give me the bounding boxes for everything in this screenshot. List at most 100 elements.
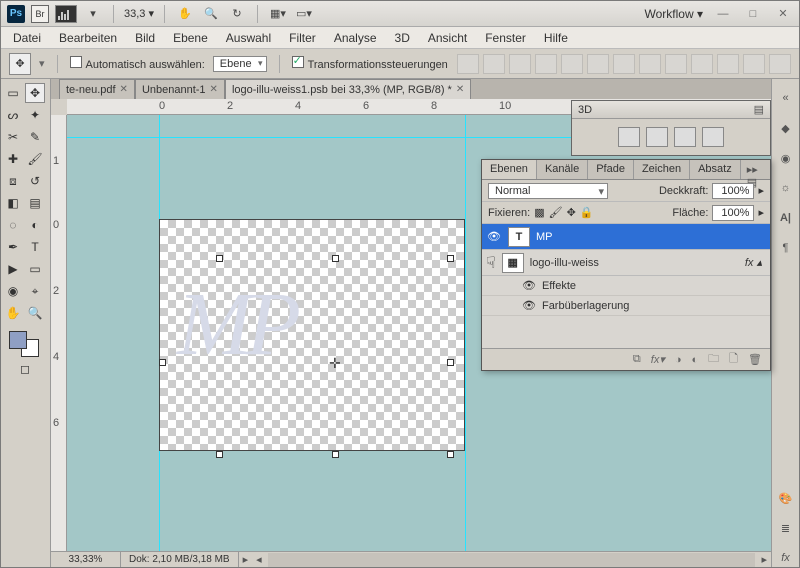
chevron-right-icon[interactable]: ▸ xyxy=(758,206,764,219)
auto-select-checkbox[interactable]: Automatisch auswählen: xyxy=(70,56,205,71)
healing-brush-tool-icon[interactable]: ✚ xyxy=(3,149,23,169)
workspace-switcher[interactable]: Workflow ▾ xyxy=(645,7,703,21)
document-size[interactable]: Dok: 2,10 MB/3,18 MB xyxy=(121,552,239,567)
photoshop-icon[interactable]: Ps xyxy=(7,5,25,23)
type-layer-thumb-icon[interactable]: T xyxy=(508,227,530,247)
history-brush-tool-icon[interactable]: ↺ xyxy=(25,171,45,191)
paragraph-panel-icon[interactable]: ¶ xyxy=(776,239,796,257)
zoom-level[interactable]: 33,3 ▾ xyxy=(124,7,154,20)
pen-tool-icon[interactable]: ✒ xyxy=(3,237,23,257)
adjustment-layer-icon[interactable]: ◐ xyxy=(692,354,699,366)
menu-auswahl[interactable]: Auswahl xyxy=(226,31,271,45)
tab-pfade[interactable]: Pfade xyxy=(588,160,634,179)
type-tool-icon[interactable]: T xyxy=(25,237,45,257)
new-layer-icon[interactable]: 🗋 xyxy=(729,350,738,369)
distribute-icon[interactable] xyxy=(743,54,765,74)
hand-tool-icon[interactable]: ✋ xyxy=(175,4,195,24)
move-tool-icon[interactable]: ✥ xyxy=(25,83,45,103)
close-icon[interactable]: ✕ xyxy=(120,84,128,95)
effects-panel-icon[interactable]: fx xyxy=(776,549,796,567)
character-panel-icon[interactable]: A| xyxy=(776,209,796,227)
menu-3d[interactable]: 3D xyxy=(395,31,410,45)
layer-row[interactable]: 👁 T MP xyxy=(482,224,770,250)
blend-mode-select[interactable]: Normal xyxy=(488,183,608,199)
3d-tool-icon[interactable]: ◉ xyxy=(3,281,23,301)
smart-object-thumb-icon[interactable]: ▦ xyxy=(502,253,524,273)
distribute-icon[interactable] xyxy=(613,54,635,74)
marquee-tool-icon[interactable]: ▭ xyxy=(3,83,23,103)
menu-filter[interactable]: Filter xyxy=(289,31,316,45)
align-hcenter-icon[interactable] xyxy=(561,54,583,74)
distribute-icon[interactable] xyxy=(717,54,739,74)
align-right-icon[interactable] xyxy=(587,54,609,74)
tab-scroll-icon[interactable]: ▸▸ xyxy=(747,164,758,176)
lock-transparency-icon[interactable]: ▩ xyxy=(534,206,544,219)
color-panel-icon[interactable]: 🎨 xyxy=(776,489,796,507)
dropdown-icon[interactable]: ▾ xyxy=(83,4,103,24)
distribute-icon[interactable] xyxy=(639,54,661,74)
menu-ansicht[interactable]: Ansicht xyxy=(428,31,467,45)
fill-field[interactable]: 100% xyxy=(712,205,754,221)
menu-hilfe[interactable]: Hilfe xyxy=(544,31,568,45)
document-tab[interactable]: Unbenannt-1✕ xyxy=(135,79,225,99)
mini-bridge-icon[interactable] xyxy=(55,5,77,23)
gradient-tool-icon[interactable]: ▤ xyxy=(25,193,45,213)
quick-mask-icon[interactable]: ◻ xyxy=(15,359,35,379)
transform-center-icon[interactable]: ✛ xyxy=(329,355,341,372)
auto-align-icon[interactable] xyxy=(769,54,791,74)
magic-wand-tool-icon[interactable]: ✦ xyxy=(25,105,45,125)
menu-bild[interactable]: Bild xyxy=(135,31,155,45)
panel-menu-icon[interactable]: ▤ xyxy=(754,103,764,116)
layer-name[interactable]: logo-illu-weiss xyxy=(530,257,599,269)
color-swatches[interactable] xyxy=(9,331,39,357)
group-icon[interactable]: 🗀 xyxy=(708,350,719,369)
visibility-toggle-icon[interactable]: 👁 xyxy=(522,299,536,312)
expand-dock-icon[interactable]: « xyxy=(776,89,796,107)
menu-datei[interactable]: Datei xyxy=(13,31,41,45)
rotate-view-icon[interactable]: ↻ xyxy=(227,4,247,24)
align-top-icon[interactable] xyxy=(457,54,479,74)
3d-light-icon[interactable] xyxy=(702,127,724,147)
menu-ebene[interactable]: Ebene xyxy=(173,31,208,45)
3d-scene-icon[interactable] xyxy=(618,127,640,147)
close-icon[interactable]: ✕ xyxy=(456,84,464,95)
menu-fenster[interactable]: Fenster xyxy=(485,31,526,45)
crop-tool-icon[interactable]: ✂ xyxy=(3,127,23,147)
tab-kanaele[interactable]: Kanäle xyxy=(537,160,588,179)
opacity-field[interactable]: 100% xyxy=(712,183,754,199)
align-vcenter-icon[interactable] xyxy=(483,54,505,74)
transform-bounding-box[interactable] xyxy=(159,219,465,451)
lock-position-icon[interactable]: ✥ xyxy=(567,206,576,219)
delete-layer-icon[interactable]: 🗑 xyxy=(748,353,762,366)
clone-stamp-tool-icon[interactable]: ⧈ xyxy=(3,171,23,191)
arrange-documents-icon[interactable]: ▦▾ xyxy=(268,4,288,24)
ruler-vertical[interactable]: 10246 xyxy=(51,115,67,551)
scroll-right-icon[interactable]: ▸ xyxy=(757,553,771,566)
eyedropper-tool-icon[interactable]: ✎ xyxy=(25,127,45,147)
layers-panel-icon[interactable]: ≣ xyxy=(776,519,796,537)
hand-tool-icon[interactable]: ✋ xyxy=(3,303,23,323)
layer-effect-item[interactable]: 👁 Farbüberlagerung xyxy=(482,296,770,316)
dropdown-icon[interactable]: ▾ xyxy=(39,57,45,70)
dodge-tool-icon[interactable]: ◐ xyxy=(25,215,45,235)
layer-effects-row[interactable]: 👁 Effekte xyxy=(482,276,770,296)
3d-material-icon[interactable] xyxy=(674,127,696,147)
lock-all-icon[interactable]: 🔒 xyxy=(580,206,594,219)
distribute-icon[interactable] xyxy=(665,54,687,74)
document-tab-active[interactable]: logo-illu-weiss1.psb bei 33,3% (MP, RGB/… xyxy=(225,79,471,99)
menu-bearbeiten[interactable]: Bearbeiten xyxy=(59,31,117,45)
align-left-icon[interactable] xyxy=(535,54,557,74)
adjustments-panel-icon[interactable]: ☼ xyxy=(776,179,796,197)
distribute-icon[interactable] xyxy=(691,54,713,74)
document-tab[interactable]: te-neu.pdf✕ xyxy=(59,79,135,99)
move-tool-preset-icon[interactable]: ✥ xyxy=(9,53,31,75)
layer-mask-icon[interactable]: ◑ xyxy=(675,354,682,366)
panel-title[interactable]: 3D xyxy=(578,104,592,116)
transform-controls-checkbox[interactable]: Transformationssteuerungen xyxy=(292,56,448,71)
bridge-icon[interactable]: Br xyxy=(31,5,49,23)
layer-name[interactable]: MP xyxy=(536,231,553,243)
swatches-panel-icon[interactable]: ◆ xyxy=(776,119,796,137)
chevron-right-icon[interactable]: ▸ xyxy=(758,184,764,197)
layer-row[interactable]: ☟ ▦ logo-illu-weiss fx ▴ xyxy=(482,250,770,276)
chevron-right-icon[interactable]: ▸ xyxy=(239,553,253,566)
